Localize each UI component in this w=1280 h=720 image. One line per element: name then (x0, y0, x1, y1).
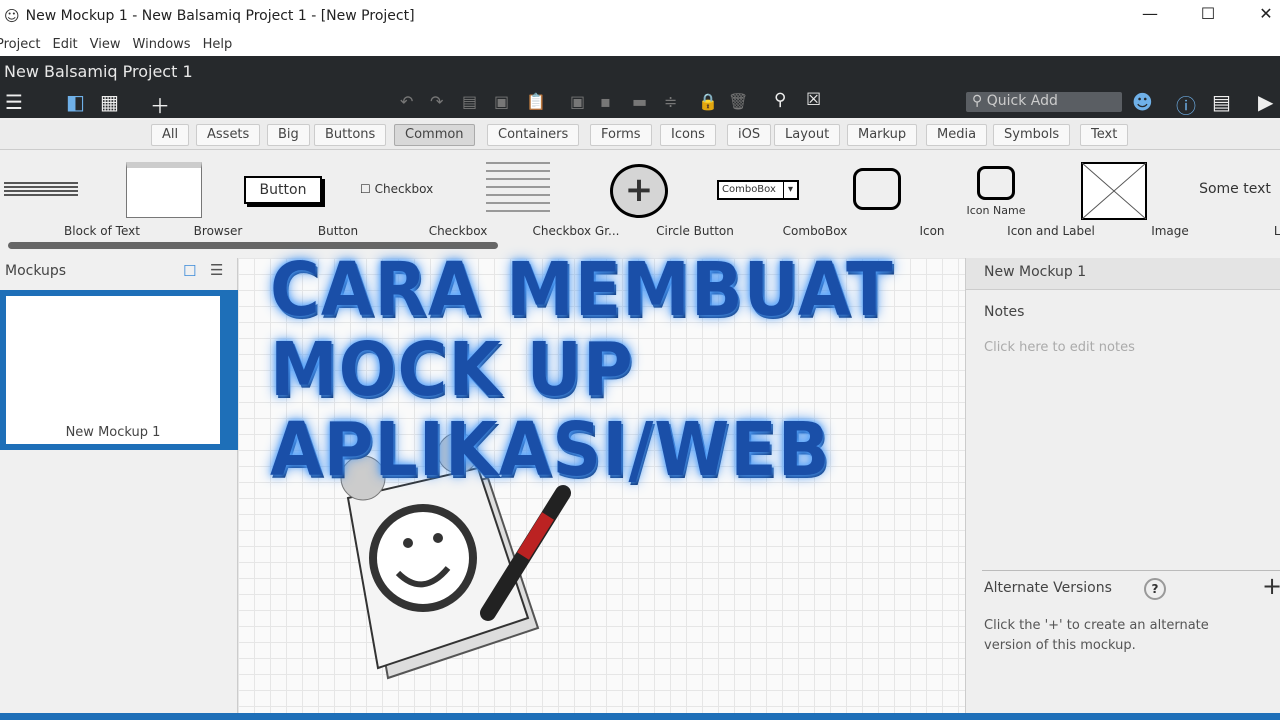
label-preview: Some text (1199, 181, 1271, 197)
tab-common[interactable]: Common (394, 124, 475, 146)
ungroup-icon[interactable]: ▪ (600, 92, 611, 111)
notes-label: Notes (984, 304, 1025, 320)
divider (982, 570, 1280, 571)
menu-help[interactable]: Help (203, 37, 233, 52)
library-item-browser[interactable]: Browser (108, 150, 242, 246)
library-item-block-of-text[interactable]: Block of Text (0, 150, 140, 246)
image-placeholder-icon (1081, 162, 1147, 220)
tab-buttons[interactable]: Buttons (314, 124, 387, 146)
menu-project[interactable]: Project (0, 37, 40, 52)
tab-forms[interactable]: Forms (590, 124, 652, 146)
help-icon[interactable]: ? (1144, 578, 1166, 600)
window-title: New Mockup 1 - New Balsamiq Project 1 - … (25, 8, 415, 24)
add-icon[interactable]: ＋ (150, 90, 170, 119)
alternate-versions-label: Alternate Versions (984, 580, 1112, 596)
duplicate-icon[interactable]: ▣ (494, 92, 509, 111)
status-bar (0, 713, 1280, 720)
smiley-icon (369, 504, 477, 612)
redo-icon[interactable]: ↷ (430, 92, 443, 111)
lock-icon[interactable]: 🔒 (698, 92, 718, 111)
tab-layout[interactable]: Layout (774, 124, 841, 146)
mockups-panel: Mockups ☐ ☰ New Mockup 1 (0, 258, 238, 714)
library-item-combobox[interactable]: ComboBox ▾ ComboBox (705, 150, 847, 246)
mockup-thumbnail-label: New Mockup 1 (65, 425, 161, 440)
thumbnail-view-icon[interactable]: ☐ (183, 262, 196, 280)
library-item-circle-button[interactable]: + Circle Button (585, 150, 734, 246)
tab-ios[interactable]: iOS (727, 124, 772, 146)
checkbox-group-preview (486, 162, 550, 218)
tab-icons[interactable]: Icons (660, 124, 716, 146)
tab-markup[interactable]: Markup (847, 124, 918, 146)
list-view-icon[interactable]: ☰ (210, 261, 223, 279)
hamburger-menu-icon[interactable]: ☰ (5, 90, 23, 114)
icon-preview (853, 168, 901, 210)
undo-icon[interactable]: ↶ (400, 92, 413, 111)
checkbox-preview-text: Checkbox (374, 182, 434, 196)
user-icon[interactable]: ☻ (1132, 90, 1153, 114)
clipboard-icon[interactable]: 📋 (526, 92, 546, 111)
info-icon[interactable]: ⓘ (1176, 90, 1196, 119)
icon-name-preview: Icon Name (966, 204, 1026, 217)
mockup-thumbnail[interactable]: New Mockup 1 (0, 290, 238, 450)
trash-icon[interactable]: 🗑 (728, 92, 748, 111)
icon-preview (977, 166, 1015, 200)
delete-box-icon[interactable]: ☒ (806, 90, 821, 110)
align-icon[interactable]: ≑ (664, 92, 677, 111)
group-icon[interactable]: ▣ (570, 92, 585, 111)
tab-containers[interactable]: Containers (487, 124, 580, 146)
quick-add-input[interactable]: ⚲ Quick Add (966, 92, 1122, 112)
button-preview: Button (244, 176, 322, 204)
library-item-icon[interactable]: Icon (822, 150, 945, 246)
copy-icon[interactable]: ▤ (462, 92, 477, 111)
tab-big[interactable]: Big (267, 124, 310, 146)
project-title: New Balsamiq Project 1 (0, 56, 1280, 86)
search-icon[interactable]: ⚲ (774, 90, 786, 110)
tab-assets[interactable]: Assets (196, 124, 261, 146)
component-library: Block of Text Browser Button Button ☐ Ch… (0, 150, 1280, 250)
notes-field[interactable]: Click here to edit notes (984, 340, 1135, 355)
browser-preview (126, 162, 202, 218)
tab-all[interactable]: All (151, 124, 190, 146)
library-item-checkbox[interactable]: ☐ Checkbox Checkbox (348, 150, 487, 246)
maximize-button[interactable]: ☐ (1188, 4, 1228, 23)
block-of-text-preview (4, 182, 78, 196)
title-bar: ☺ New Mockup 1 - New Balsamiq Project 1 … (0, 0, 1280, 32)
combobox-preview-text: ComboBox (722, 184, 776, 195)
app-smiley-icon: ☺ (4, 7, 20, 25)
mockup-name: New Mockup 1 (966, 258, 1280, 290)
menu-bar: Project Edit View Windows Help (0, 32, 1280, 56)
menu-edit[interactable]: Edit (52, 37, 77, 52)
library-item-icon-and-label[interactable]: Icon Name Icon and Label (941, 150, 1095, 246)
tab-media[interactable]: Media (926, 124, 988, 146)
library-item-checkbox-group[interactable]: Checkbox Gr... (466, 150, 620, 246)
panel-toggle-icon[interactable]: ◧ (66, 90, 85, 114)
alternate-versions-hint: Click the '+' to create an alternate ver… (984, 618, 1209, 653)
add-alternate-button[interactable]: + (1262, 572, 1280, 600)
library-item-image[interactable]: Image (1060, 150, 1189, 246)
menu-view[interactable]: View (90, 37, 121, 52)
presentation-icon[interactable]: ▶ (1258, 90, 1273, 114)
checkbox-preview: ☐ Checkbox (360, 182, 434, 196)
dropdown-arrow-icon: ▾ (783, 182, 797, 198)
mockups-title: Mockups (5, 263, 67, 279)
library-item-label[interactable]: Some text Label (1180, 150, 1280, 246)
combobox-preview: ComboBox ▾ (717, 180, 799, 200)
grid-view-icon[interactable]: ▦ (100, 90, 119, 114)
tab-symbols[interactable]: Symbols (993, 124, 1071, 146)
menu-windows[interactable]: Windows (133, 37, 191, 52)
library-tabs: All Assets Big Buttons Common Containers Forms… (0, 120, 1280, 150)
properties-panel: New Mockup 1 Notes Click here to edit no… (965, 258, 1280, 714)
tab-text[interactable]: Text (1080, 124, 1129, 146)
close-button[interactable]: ✕ (1246, 4, 1280, 23)
arrange-icon[interactable]: ▬ (632, 92, 647, 111)
properties-icon[interactable]: ▤ (1212, 90, 1231, 114)
library-item-button[interactable]: Button Button (228, 150, 358, 246)
quick-add-placeholder: Quick Add (986, 93, 1058, 109)
plus-icon: + (610, 164, 668, 218)
minimize-button[interactable]: — (1130, 4, 1170, 23)
item-label: Label (1273, 224, 1280, 238)
